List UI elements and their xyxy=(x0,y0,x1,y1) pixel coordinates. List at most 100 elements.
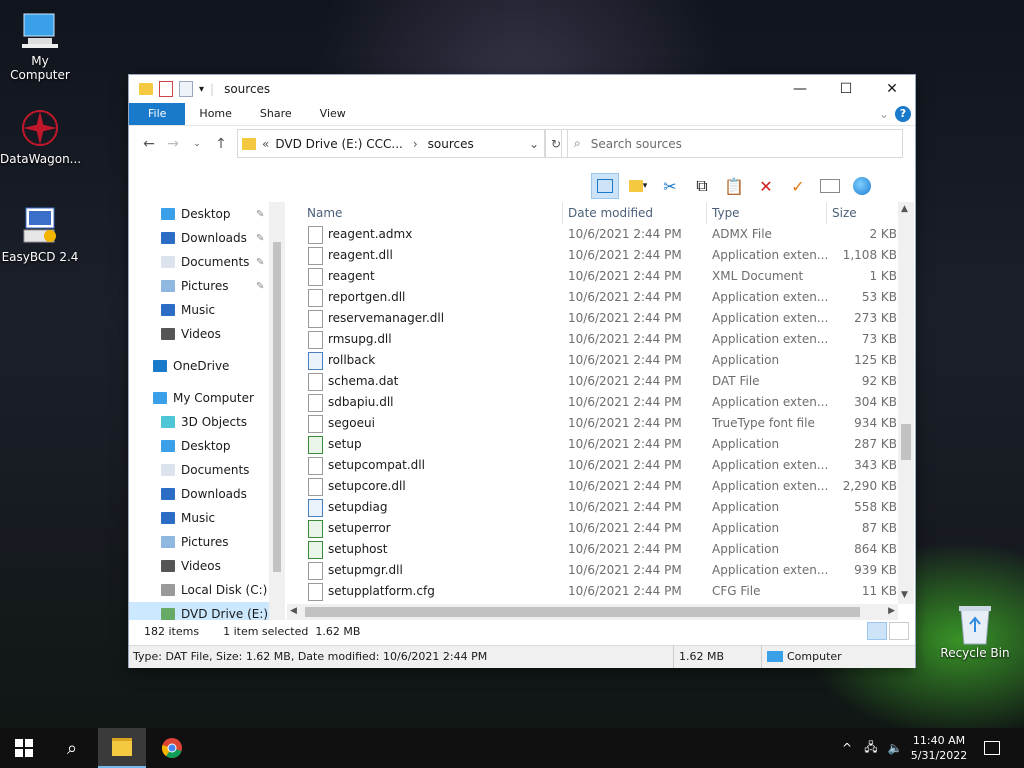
nav-item[interactable]: My Computer xyxy=(129,386,285,410)
table-row[interactable]: reagent.admx 10/6/2021 2:44 PM ADMX File 2 … xyxy=(287,224,901,245)
clock[interactable]: 11:40 AM 5/31/2022 xyxy=(908,728,970,768)
notifications-button[interactable] xyxy=(978,728,1006,768)
file-date: 10/6/2021 2:44 PM xyxy=(568,311,682,325)
table-row[interactable]: setupmgr.dll 10/6/2021 2:44 PM Application… xyxy=(287,560,901,581)
delete-button[interactable]: ✕ xyxy=(753,174,779,198)
maximize-button[interactable]: ☐ xyxy=(823,75,869,103)
search-button[interactable]: ⌕ xyxy=(48,728,96,768)
volume-icon[interactable]: 🔈 xyxy=(884,728,906,768)
minimize-button[interactable]: — xyxy=(777,75,823,103)
tab-share[interactable]: Share xyxy=(246,103,306,125)
table-row[interactable]: setuperror 10/6/2021 2:44 PM Application 87… xyxy=(287,518,901,539)
scroll-thumb[interactable] xyxy=(901,424,911,460)
large-icons-view-button[interactable] xyxy=(889,622,909,640)
column-name[interactable]: Name xyxy=(307,206,342,220)
back-button[interactable]: ← xyxy=(137,136,161,152)
table-row[interactable]: setupcompat.dll 10/6/2021 2:44 PM Applicat… xyxy=(287,455,901,476)
nav-item[interactable]: 3D Objects xyxy=(129,410,285,434)
table-row[interactable]: rmsupg.dll 10/6/2021 2:44 PM Application e… xyxy=(287,329,901,350)
nav-item[interactable]: Documents xyxy=(129,458,285,482)
desktop-icon-my-computer[interactable]: My Computer xyxy=(0,10,80,82)
horizontal-scrollbar[interactable]: ◀ ▶ xyxy=(287,604,898,620)
table-row[interactable]: rollback 10/6/2021 2:44 PM Application 125 … xyxy=(287,350,901,371)
table-row[interactable]: reagent 10/6/2021 2:44 PM XML Document 1 KB xyxy=(287,266,901,287)
breadcrumb-drive[interactable]: DVD Drive (E:) CCC... xyxy=(275,137,402,151)
taskbar-file-explorer[interactable] xyxy=(98,728,146,768)
address-bar[interactable]: « DVD Drive (E:) CCC... › sources ⌄ xyxy=(237,129,546,158)
horizontal-scroll-thumb[interactable] xyxy=(305,607,860,617)
nav-item[interactable]: Desktop ✎ xyxy=(129,202,285,226)
table-row[interactable]: setupdiag 10/6/2021 2:44 PM Application 558… xyxy=(287,497,901,518)
scroll-left-arrow[interactable]: ◀ xyxy=(290,606,297,616)
help-icon[interactable]: ? xyxy=(895,106,911,122)
scroll-up-arrow[interactable]: ▲ xyxy=(901,204,908,214)
table-row[interactable]: segoeui 10/6/2021 2:44 PM TrueType font fi… xyxy=(287,413,901,434)
paste-button[interactable]: 📋 xyxy=(721,174,747,198)
new-folder-icon[interactable] xyxy=(179,81,193,97)
table-row[interactable]: sdbapiu.dll 10/6/2021 2:44 PM Application … xyxy=(287,392,901,413)
table-row[interactable]: reportgen.dll 10/6/2021 2:44 PM Applicatio… xyxy=(287,287,901,308)
tab-view[interactable]: View xyxy=(306,103,360,125)
table-row[interactable]: reservemanager.dll 10/6/2021 2:44 PM Appli… xyxy=(287,308,901,329)
change-view-button[interactable]: ▾ xyxy=(625,174,651,198)
tab-file[interactable]: File xyxy=(129,103,186,125)
desktop-folder-icon xyxy=(161,440,175,452)
taskbar-chrome[interactable] xyxy=(148,728,196,768)
table-row[interactable]: schema.dat 10/6/2021 2:44 PM DAT File 92 KB xyxy=(287,371,901,392)
rename-button[interactable]: ✓ xyxy=(785,174,811,198)
nav-item[interactable]: Music xyxy=(129,506,285,530)
navigation-scrollbar[interactable] xyxy=(269,202,285,620)
ribbon-expand-icon[interactable]: ⌄ xyxy=(879,107,889,121)
table-row[interactable]: setupplatform.cfg 10/6/2021 2:44 PM CFG Fi… xyxy=(287,581,901,602)
nav-item[interactable]: Videos xyxy=(129,322,285,346)
nav-item[interactable]: Videos xyxy=(129,554,285,578)
properties-icon[interactable] xyxy=(159,81,173,97)
nav-item[interactable]: Downloads xyxy=(129,482,285,506)
nav-item[interactable]: Downloads ✎ xyxy=(129,226,285,250)
file-list-scrollbar[interactable]: ▲ ▼ xyxy=(898,202,914,604)
table-row[interactable]: setupcore.dll 10/6/2021 2:44 PM Applicatio… xyxy=(287,476,901,497)
cut-button[interactable]: ✂ xyxy=(657,174,683,198)
table-row[interactable]: setup 10/6/2021 2:44 PM Application 287 KB xyxy=(287,434,901,455)
nav-item[interactable]: Documents ✎ xyxy=(129,250,285,274)
nav-item[interactable]: OneDrive xyxy=(129,354,285,378)
network-icon[interactable]: 🖧 xyxy=(860,728,882,768)
details-view-button[interactable] xyxy=(867,622,887,640)
show-hidden-icons-button[interactable]: ^ xyxy=(836,728,858,768)
desktop-icon-recycle-bin[interactable]: Recycle Bin xyxy=(935,602,1015,660)
search-input[interactable]: ⌕ Search sources xyxy=(561,129,903,158)
nav-item[interactable]: DVD Drive (E:) C( xyxy=(129,602,285,620)
desktop-icon-datawagon[interactable]: DataWagon... xyxy=(0,108,81,166)
file-date: 10/6/2021 2:44 PM xyxy=(568,395,682,409)
desktop-icon-easybcd[interactable]: EasyBCD 2.4 xyxy=(0,206,80,264)
breadcrumb-prefix[interactable]: « xyxy=(262,137,269,151)
scroll-right-arrow[interactable]: ▶ xyxy=(888,606,895,616)
start-button[interactable] xyxy=(0,728,48,768)
nav-item[interactable]: Desktop xyxy=(129,434,285,458)
nav-item[interactable]: Pictures xyxy=(129,530,285,554)
quick-access-dropdown-icon[interactable]: ▾ xyxy=(199,84,204,95)
nav-item[interactable]: Local Disk (C:) xyxy=(129,578,285,602)
nav-item[interactable]: Pictures ✎ xyxy=(129,274,285,298)
nav-item[interactable]: Music xyxy=(129,298,285,322)
tab-home[interactable]: Home xyxy=(185,103,245,125)
column-size[interactable]: Size xyxy=(832,206,857,220)
layout-button[interactable] xyxy=(591,173,619,199)
address-dropdown-icon[interactable]: ⌄ xyxy=(529,137,539,151)
properties-button[interactable] xyxy=(817,174,843,198)
copy-button[interactable]: ⧉ xyxy=(689,174,715,198)
breadcrumb-separator[interactable]: › xyxy=(413,137,418,151)
column-date[interactable]: Date modified xyxy=(568,206,653,220)
table-row[interactable]: reagent.dll 10/6/2021 2:44 PM Application … xyxy=(287,245,901,266)
close-button[interactable]: ✕ xyxy=(869,75,915,103)
forward-button[interactable]: → xyxy=(161,136,185,152)
table-row[interactable]: setuphost 10/6/2021 2:44 PM Application 864… xyxy=(287,539,901,560)
up-button[interactable]: ↑ xyxy=(209,136,233,152)
column-type[interactable]: Type xyxy=(712,206,740,220)
recent-locations-button[interactable]: ⌄ xyxy=(185,139,209,149)
network-button[interactable] xyxy=(849,174,875,198)
scroll-down-arrow[interactable]: ▼ xyxy=(901,590,908,600)
file-name: setupmgr.dll xyxy=(328,563,403,577)
navigation-scroll-thumb[interactable] xyxy=(273,242,281,572)
breadcrumb-folder[interactable]: sources xyxy=(428,137,474,151)
